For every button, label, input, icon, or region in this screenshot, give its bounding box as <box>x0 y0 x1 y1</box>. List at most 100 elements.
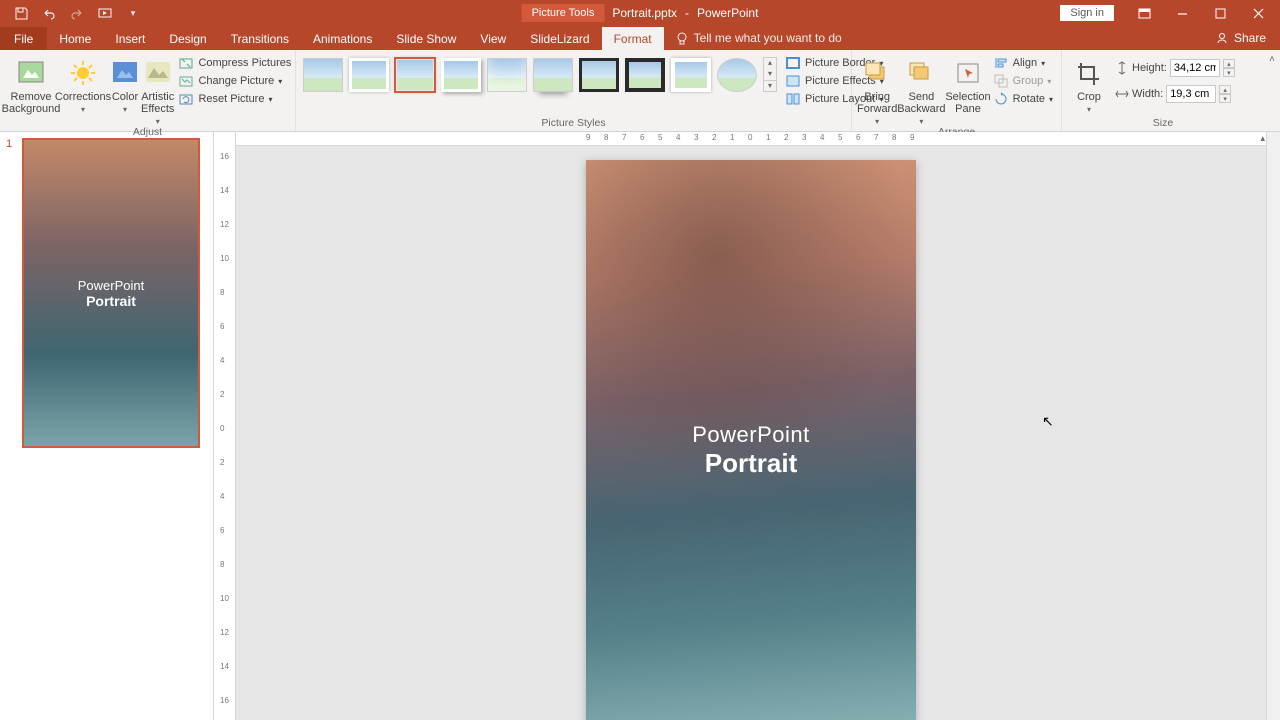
selection-pane-button[interactable]: Selection Pane <box>945 53 990 115</box>
artistic-effects-button[interactable]: Artistic Effects▾ <box>141 53 174 126</box>
qat-customize-icon[interactable]: ▾ <box>126 6 140 20</box>
align-icon <box>993 55 1009 71</box>
reset-icon <box>178 91 194 107</box>
remove-background-label: Remove Background <box>2 91 61 115</box>
style-thumb-9[interactable] <box>671 58 711 92</box>
maximize-icon[interactable] <box>1202 0 1238 26</box>
slide-main[interactable]: PowerPoint Portrait <box>586 160 916 720</box>
group-picture-styles: ▴▾▾ Picture Border ▾ Picture Effects ▾ P… <box>296 50 852 131</box>
style-thumb-6[interactable] <box>533 58 573 92</box>
picture-styles-gallery[interactable]: ▴▾▾ <box>301 53 779 92</box>
tell-me-search[interactable]: Tell me what you want to do <box>664 26 854 50</box>
compress-icon <box>178 55 194 71</box>
minimize-icon[interactable] <box>1164 0 1200 26</box>
artistic-effects-label: Artistic Effects <box>141 91 174 115</box>
style-thumb-7[interactable] <box>579 58 619 92</box>
contextual-tab-label: Picture Tools <box>522 4 605 22</box>
title-bar: ▾ Picture Tools Portrait.pptx - PowerPoi… <box>0 0 1280 26</box>
crop-button[interactable]: Crop▾ <box>1067 53 1111 114</box>
color-button[interactable]: Color▾ <box>109 53 141 114</box>
corrections-label: Corrections <box>55 91 111 103</box>
tab-format[interactable]: Format <box>602 27 664 50</box>
workspace: 1 PowerPoint Portrait 161412108642024681… <box>0 132 1280 720</box>
window-title: Picture Tools Portrait.pptx - PowerPoint <box>522 4 759 22</box>
bring-forward-icon <box>861 57 893 89</box>
style-thumb-4[interactable] <box>441 58 481 92</box>
slide-thumbnail-1[interactable]: PowerPoint Portrait <box>22 138 200 448</box>
ribbon-display-options-icon[interactable] <box>1126 0 1162 26</box>
style-thumb-1[interactable] <box>303 58 343 92</box>
tab-design[interactable]: Design <box>157 27 218 50</box>
crop-icon <box>1073 57 1105 89</box>
canvas-background[interactable]: PowerPoint Portrait ↖ <box>236 146 1252 720</box>
height-input[interactable] <box>1170 59 1220 77</box>
compress-pictures-button[interactable]: Compress Pictures <box>178 55 291 71</box>
tab-home[interactable]: Home <box>47 27 103 50</box>
style-thumb-10[interactable] <box>717 58 757 92</box>
color-icon <box>109 57 141 89</box>
share-label: Share <box>1234 31 1266 45</box>
slide-canvas-area: 9876543210123456789 PowerPoint Portrait … <box>236 132 1266 720</box>
redo-icon[interactable] <box>70 6 84 20</box>
tab-animations[interactable]: Animations <box>301 27 384 50</box>
gallery-spinner[interactable]: ▴▾▾ <box>763 57 777 92</box>
tab-slideshow[interactable]: Slide Show <box>384 27 468 50</box>
slide-title-2: Portrait <box>705 448 797 479</box>
slide-thumbnail-panel: 1 PowerPoint Portrait <box>0 132 214 720</box>
bring-forward-button[interactable]: Bring Forward▾ <box>857 53 897 126</box>
thumb-title-2: Portrait <box>86 293 136 309</box>
reset-picture-button[interactable]: Reset Picture ▾ <box>178 91 291 107</box>
remove-background-button[interactable]: Remove Background <box>5 53 57 115</box>
style-thumb-3[interactable] <box>395 58 435 92</box>
thumb-title-1: PowerPoint <box>78 278 144 293</box>
picture-effects-icon <box>785 73 801 89</box>
picture-layout-icon <box>785 91 801 107</box>
color-label: Color <box>112 91 138 103</box>
collapse-ribbon-icon[interactable]: ˄ <box>1264 50 1280 131</box>
send-backward-icon <box>905 57 937 89</box>
send-backward-button[interactable]: Send Backward▾ <box>897 53 945 126</box>
width-label: Width: <box>1132 88 1163 100</box>
document-filename: Portrait.pptx <box>612 6 677 20</box>
group-arrange: Bring Forward▾ Send Backward▾ Selection … <box>852 50 1062 131</box>
rotate-button[interactable]: Rotate ▾ <box>993 91 1053 107</box>
tab-view[interactable]: View <box>468 27 518 50</box>
tab-slidelizard[interactable]: SlideLizard <box>518 27 601 50</box>
width-input[interactable] <box>1166 85 1216 103</box>
change-picture-label: Change Picture <box>198 75 274 87</box>
window-controls: Sign in <box>1060 0 1280 26</box>
corrections-button[interactable]: Corrections▾ <box>57 53 109 114</box>
group-button[interactable]: Group ▾ <box>993 73 1053 89</box>
remove-background-icon <box>15 57 47 89</box>
vertical-scrollbar[interactable] <box>1266 132 1280 720</box>
height-label: Height: <box>1132 62 1167 74</box>
height-spinner[interactable]: ▴▾ <box>1223 59 1235 77</box>
sign-in-button[interactable]: Sign in <box>1060 5 1114 21</box>
start-from-beginning-icon[interactable] <box>98 6 112 20</box>
crop-label: Crop <box>1077 91 1101 103</box>
slide-number: 1 <box>6 138 12 150</box>
style-thumb-2[interactable] <box>349 58 389 92</box>
style-thumb-8[interactable] <box>625 58 665 92</box>
vertical-ruler: 1614121086420246810121416 <box>214 132 236 720</box>
selection-pane-icon <box>952 57 984 89</box>
width-spinner[interactable]: ▴▾ <box>1219 85 1231 103</box>
slide-title-1: PowerPoint <box>692 422 810 448</box>
style-thumb-5[interactable] <box>487 58 527 92</box>
tab-insert[interactable]: Insert <box>103 27 157 50</box>
change-picture-button[interactable]: Change Picture ▾ <box>178 73 291 89</box>
selection-pane-label: Selection Pane <box>945 91 990 115</box>
tab-file[interactable]: File <box>0 27 47 50</box>
width-icon <box>1115 87 1129 101</box>
ribbon-tabs: File Home Insert Design Transitions Anim… <box>0 26 1280 50</box>
group-icon <box>993 73 1009 89</box>
share-button[interactable]: Share <box>1202 26 1280 50</box>
align-button[interactable]: Align ▾ <box>993 55 1053 71</box>
reset-label: Reset Picture <box>198 93 264 105</box>
close-icon[interactable] <box>1240 0 1276 26</box>
undo-icon[interactable] <box>42 6 56 20</box>
tab-transitions[interactable]: Transitions <box>219 27 301 50</box>
save-icon[interactable] <box>14 6 28 20</box>
tell-me-label: Tell me what you want to do <box>694 31 842 45</box>
scroll-up-icon[interactable]: ▴ <box>1260 133 1265 144</box>
